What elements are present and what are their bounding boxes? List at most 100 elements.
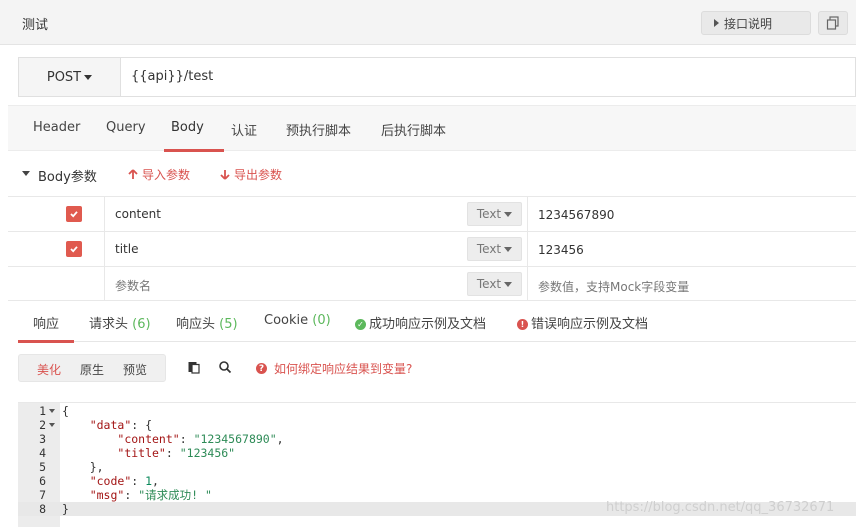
tab-header[interactable]: Header <box>33 120 80 135</box>
arrow-down-icon <box>220 170 230 180</box>
tab-label: 响应头 <box>176 317 216 332</box>
param-type-select[interactable]: Text <box>467 272 522 296</box>
help-link-label: 如何绑定响应结果到变量? <box>274 362 413 376</box>
code-text: "code": 1, <box>89 474 159 488</box>
raw-button[interactable]: 原生 <box>80 361 104 378</box>
request-tabs: Header Query Body 认证 预执行脚本 后执行脚本 <box>8 105 856 152</box>
line-number: 5 <box>39 460 46 474</box>
line-number: 1 <box>39 404 46 418</box>
line-number: 4 <box>39 446 46 460</box>
import-params-label: 导入参数 <box>142 168 191 182</box>
tab-query[interactable]: Query <box>106 120 146 135</box>
code-text: "data": { <box>89 418 153 432</box>
fold-icon[interactable] <box>49 423 55 427</box>
api-doc-button[interactable]: 接口说明 <box>701 11 811 35</box>
tab-response[interactable]: 响应 <box>33 313 59 332</box>
tab-post-script[interactable]: 后执行脚本 <box>381 120 446 139</box>
check-icon <box>70 246 78 253</box>
tab-error-example[interactable]: ! 错误响应示例及文档 <box>517 313 648 332</box>
code-text: "msg": "请求成功! " <box>89 488 212 502</box>
method-label: POST <box>46 69 82 85</box>
table-row-new: 参数名 Text 参数值，支持Mock字段变量 <box>8 266 856 301</box>
copy-icon <box>826 16 839 30</box>
param-type-select[interactable]: Text <box>467 202 522 226</box>
check-icon <box>70 211 78 218</box>
param-checkbox[interactable] <box>66 241 82 257</box>
code-line: 1 { <box>18 404 856 418</box>
tab-success-example[interactable]: ✓ 成功响应示例及文档 <box>355 313 486 332</box>
tab-response-headers[interactable]: 响应头 (5) <box>176 313 238 332</box>
param-value[interactable]: 1234567890 <box>538 208 614 222</box>
tab-body[interactable]: Body <box>171 120 204 135</box>
beautify-button[interactable]: 美化 <box>37 361 61 378</box>
view-mode-toggle: 美化 原生 预览 <box>18 354 166 382</box>
top-bar: 测试 接口说明 <box>0 0 856 45</box>
code-text: { <box>62 404 69 418</box>
param-name[interactable]: content <box>115 207 161 221</box>
collapse-icon[interactable] <box>22 171 30 176</box>
method-select[interactable]: POST <box>19 58 121 96</box>
code-text: }, <box>89 460 104 474</box>
code-text: } <box>62 502 69 516</box>
code-line: 6 "code": 1, <box>18 474 856 488</box>
body-params-table: content Text 1234567890 title Text 12345… <box>8 196 856 301</box>
search-button[interactable] <box>218 360 232 378</box>
body-params-header: Body参数 导入参数 导出参数 <box>8 152 856 196</box>
import-params-button[interactable]: 导入参数 <box>128 166 190 183</box>
export-params-button[interactable]: 导出参数 <box>220 166 282 183</box>
chevron-down-icon <box>504 246 513 252</box>
code-line: 2 "data": { <box>18 418 856 432</box>
active-tab-indicator <box>18 340 74 343</box>
table-row: title Text 123456 <box>8 231 856 266</box>
checkbox-cell <box>8 232 105 266</box>
param-type-label: Text <box>476 207 502 221</box>
error-circle-icon: ! <box>517 319 528 330</box>
param-checkbox[interactable] <box>66 206 82 222</box>
tab-pre-script[interactable]: 预执行脚本 <box>286 120 351 139</box>
count-badge: (5) <box>219 317 238 332</box>
tab-label: Cookie <box>264 313 309 328</box>
tab-request-headers[interactable]: 请求头 (6) <box>89 313 151 332</box>
response-tabs: 响应 请求头 (6) 响应头 (5) Cookie (0) ✓ 成功响应示例及文档… <box>18 300 856 343</box>
divider <box>527 197 528 231</box>
param-value-input[interactable]: 参数值，支持Mock字段变量 <box>538 278 689 295</box>
copy-response-button[interactable] <box>187 360 201 378</box>
page-title: 测试 <box>22 18 49 33</box>
clipboard-icon <box>188 362 200 374</box>
param-type-label: Text <box>476 242 502 256</box>
tab-label: 请求头 <box>89 317 129 332</box>
url-input[interactable]: {{api}}/test <box>131 69 213 84</box>
chevron-down-icon <box>504 281 513 287</box>
watermark: https://blog.csdn.net/qq_36732671 <box>606 500 835 515</box>
chevron-down-icon <box>504 211 513 217</box>
line-number: 6 <box>39 474 46 488</box>
param-type-select[interactable]: Text <box>467 237 522 261</box>
code-text: "content": "1234567890", <box>117 432 284 446</box>
copy-button[interactable] <box>818 11 848 35</box>
divider <box>527 267 528 301</box>
count-badge: (0) <box>312 313 331 328</box>
bind-variable-help-link[interactable]: ? 如何绑定响应结果到变量? <box>256 360 412 377</box>
body-params-label: Body参数 <box>38 170 97 185</box>
question-icon: ? <box>256 363 267 374</box>
fold-icon[interactable] <box>49 409 55 413</box>
param-value[interactable]: 123456 <box>538 243 584 257</box>
search-icon <box>219 361 232 374</box>
export-params-label: 导出参数 <box>234 168 283 182</box>
line-number: 3 <box>39 432 46 446</box>
api-doc-label: 接口说明 <box>724 16 773 31</box>
preview-button[interactable]: 预览 <box>123 361 147 378</box>
line-number: 7 <box>39 488 46 502</box>
count-badge: (6) <box>132 317 151 332</box>
tab-label: 成功响应示例及文档 <box>369 317 487 332</box>
tab-auth[interactable]: 认证 <box>231 120 257 139</box>
code-line: 4 "title": "123456" <box>18 446 856 460</box>
tab-label: 错误响应示例及文档 <box>531 317 649 332</box>
checkbox-cell <box>8 267 105 301</box>
param-type-label: Text <box>476 277 502 291</box>
chevron-down-icon <box>84 74 93 80</box>
param-name[interactable]: title <box>115 242 138 256</box>
param-name-input[interactable]: 参数名 <box>115 277 151 294</box>
table-row: content Text 1234567890 <box>8 196 856 231</box>
tab-cookie[interactable]: Cookie (0) <box>264 313 331 328</box>
